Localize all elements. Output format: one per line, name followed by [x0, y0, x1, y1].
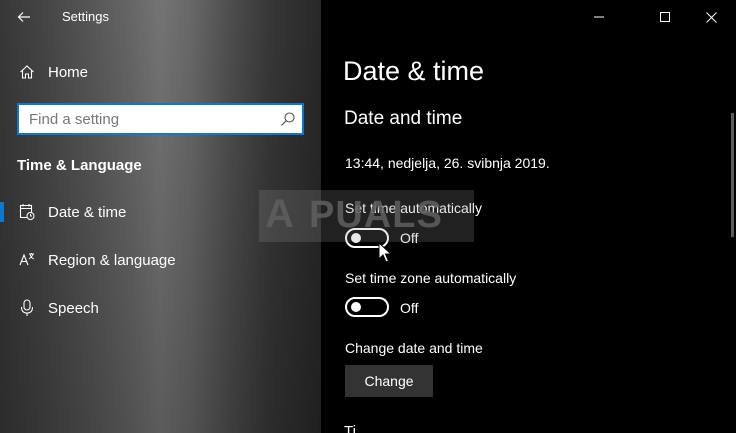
scrollbar[interactable] — [731, 113, 734, 237]
sidebar: Settings Home Time & Language — [0, 0, 321, 433]
app-title: Settings — [62, 9, 109, 24]
nav-region-language-label: Region & language — [48, 251, 176, 269]
nav-region-language[interactable]: Region & language — [0, 240, 321, 280]
toggle-knob — [351, 233, 361, 243]
set-timezone-auto-state: Off — [400, 300, 419, 316]
main-pane: Date & time Date and time 13:44, nedjelj… — [321, 0, 736, 433]
region-language-icon — [17, 250, 37, 270]
close-button[interactable] — [688, 0, 734, 34]
nav-date-time-label: Date & time — [48, 203, 127, 221]
nav-home-label: Home — [48, 63, 89, 81]
nav-speech-label: Speech — [48, 299, 99, 317]
minimize-icon — [594, 16, 604, 18]
current-datetime: 13:44, nedjelja, 26. svibnja 2019. — [345, 155, 550, 171]
calendar-clock-icon — [17, 202, 37, 222]
set-time-auto-label: Set time automatically — [345, 200, 482, 216]
section-title: Date and time — [344, 108, 463, 129]
microphone-icon — [17, 298, 37, 318]
nav-speech[interactable]: Speech — [0, 288, 321, 328]
toggle-knob — [351, 302, 361, 312]
set-timezone-auto-label: Set time zone automatically — [345, 270, 517, 286]
maximize-button[interactable] — [642, 0, 688, 34]
home-icon — [17, 62, 37, 82]
page-title: Date & time — [343, 56, 485, 86]
section-heading: Time & Language — [17, 157, 142, 174]
set-time-auto-toggle[interactable] — [345, 228, 389, 248]
set-timezone-auto-toggle[interactable] — [345, 297, 389, 317]
back-arrow-icon — [17, 12, 30, 22]
search-input[interactable] — [19, 105, 279, 133]
search-icon[interactable] — [280, 111, 296, 127]
search-box[interactable] — [17, 103, 304, 135]
set-time-auto-state: Off — [400, 230, 419, 246]
back-button[interactable] — [0, 0, 48, 34]
change-button[interactable]: Change — [345, 365, 433, 397]
minimize-button[interactable] — [576, 0, 622, 34]
nav-home[interactable]: Home — [0, 52, 321, 92]
change-date-time-label: Change date and time — [345, 340, 483, 356]
time-zone-heading: Ti — [344, 423, 356, 433]
settings-window: Settings Home Time & Language — [0, 0, 736, 433]
maximize-icon — [660, 12, 670, 22]
nav-date-time[interactable]: Date & time — [0, 192, 321, 232]
close-icon — [705, 11, 717, 23]
